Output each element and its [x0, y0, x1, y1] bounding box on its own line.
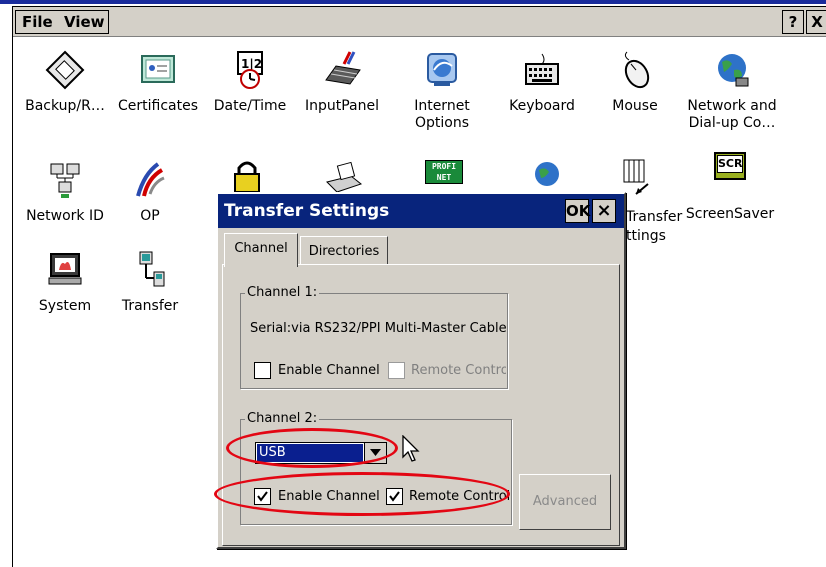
keyboard-icon [520, 50, 564, 90]
desktop-icon-transfer[interactable]: Transfer [105, 250, 195, 315]
icon-label: Mouse [612, 98, 658, 114]
backup-icon [43, 50, 87, 90]
system-icon [43, 250, 87, 290]
channel1-remote-label: Remote Control [411, 363, 506, 378]
dialog-title: Transfer Settings [224, 201, 390, 221]
desktop-icon-network-id[interactable]: Network ID [20, 160, 110, 225]
icon-label: Network ID [26, 208, 104, 224]
icon-label: Backup/R… [25, 98, 105, 114]
channel1-remote-checkbox[interactable] [388, 362, 405, 379]
menu-file-view-group: File View [15, 10, 109, 34]
close-window-button[interactable]: X [806, 10, 826, 34]
desktop-icon-network-dialup[interactable]: Network and Dial-up Co… [687, 50, 777, 132]
mouse-cursor-icon [402, 435, 420, 462]
tab-directories[interactable]: Directories [300, 236, 388, 265]
partial-label-line1: Transfer [626, 209, 683, 225]
desktop-icon-mouse[interactable]: Mouse [590, 50, 680, 115]
menu-view[interactable]: View [64, 11, 105, 33]
profinet-badge-line1: PROFI [431, 162, 457, 171]
icon-label: System [38, 298, 92, 314]
network-id-icon [43, 160, 87, 200]
window-top-border [0, 0, 826, 4]
desktop-icon-datetime[interactable]: 1|2 Date/Time [205, 50, 295, 115]
channel1-enable-label: Enable Channel [278, 363, 380, 378]
channel2-group-label: Channel 2: [245, 410, 320, 428]
highlight-ellipse-checkboxes [214, 472, 510, 516]
transfer-icon [128, 250, 172, 290]
inputpanel-icon [320, 50, 364, 90]
dialog-close-button[interactable]: × [592, 199, 616, 223]
icon-label: Certificates [117, 98, 198, 114]
menu-file[interactable]: File [22, 11, 53, 33]
desktop-icon-keyboard[interactable]: Keyboard [497, 50, 587, 115]
icon-label: Date/Time [213, 98, 287, 114]
desktop-icon-op[interactable]: OP [105, 160, 195, 225]
channel1-description: Serial:via RS232/PPI Multi-Master Cable [250, 321, 507, 336]
dialog-ok-button[interactable]: OK [565, 199, 590, 223]
channel1-group-label: Channel 1: [245, 284, 320, 302]
desktop-icon-system[interactable]: System [20, 250, 110, 315]
advanced-button[interactable]: Advanced [519, 474, 611, 530]
icon-label: ScreenSaver [685, 206, 775, 222]
desktop-icon-inputpanel[interactable]: InputPanel [297, 50, 387, 115]
channel1-enable-checkbox[interactable] [254, 362, 271, 379]
highlight-ellipse-usb [226, 428, 398, 468]
svg-text:1|2: 1|2 [241, 57, 262, 71]
internet-options-icon [420, 50, 464, 90]
transfer-settings-partial-label: Transfer ttings [626, 208, 682, 246]
screensaver-badge: SCR [717, 155, 743, 173]
desktop-icon-internet-options[interactable]: Internet Options [397, 50, 487, 132]
icon-label: Internet Options [414, 98, 470, 131]
op-icon [128, 160, 172, 200]
tab-channel[interactable]: Channel [224, 233, 298, 267]
icon-label: Transfer [121, 298, 179, 314]
profinet-badge-line2: NET [436, 173, 452, 182]
screensaver-icon: SCR [708, 150, 752, 190]
icon-label: Network and Dial-up Co… [687, 98, 777, 131]
icon-label: InputPanel [304, 98, 380, 114]
desktop-icon-backup[interactable]: Backup/R… [20, 50, 110, 115]
partial-label-line2: ttings [626, 228, 666, 244]
menu-bar: File View ? X [13, 7, 826, 37]
datetime-icon: 1|2 [228, 50, 272, 90]
certificates-icon [136, 50, 180, 90]
network-dialup-icon [710, 50, 754, 90]
icon-label: OP [140, 208, 160, 224]
desktop-icon-screensaver[interactable]: SCR ScreenSaver [685, 150, 775, 223]
dialog-title-bar: Transfer Settings OK × [218, 194, 624, 228]
desktop-icon-certificates[interactable]: Certificates [113, 50, 203, 115]
help-button[interactable]: ? [782, 10, 804, 34]
icon-label: Keyboard [509, 98, 575, 114]
mouse-icon [613, 50, 657, 90]
